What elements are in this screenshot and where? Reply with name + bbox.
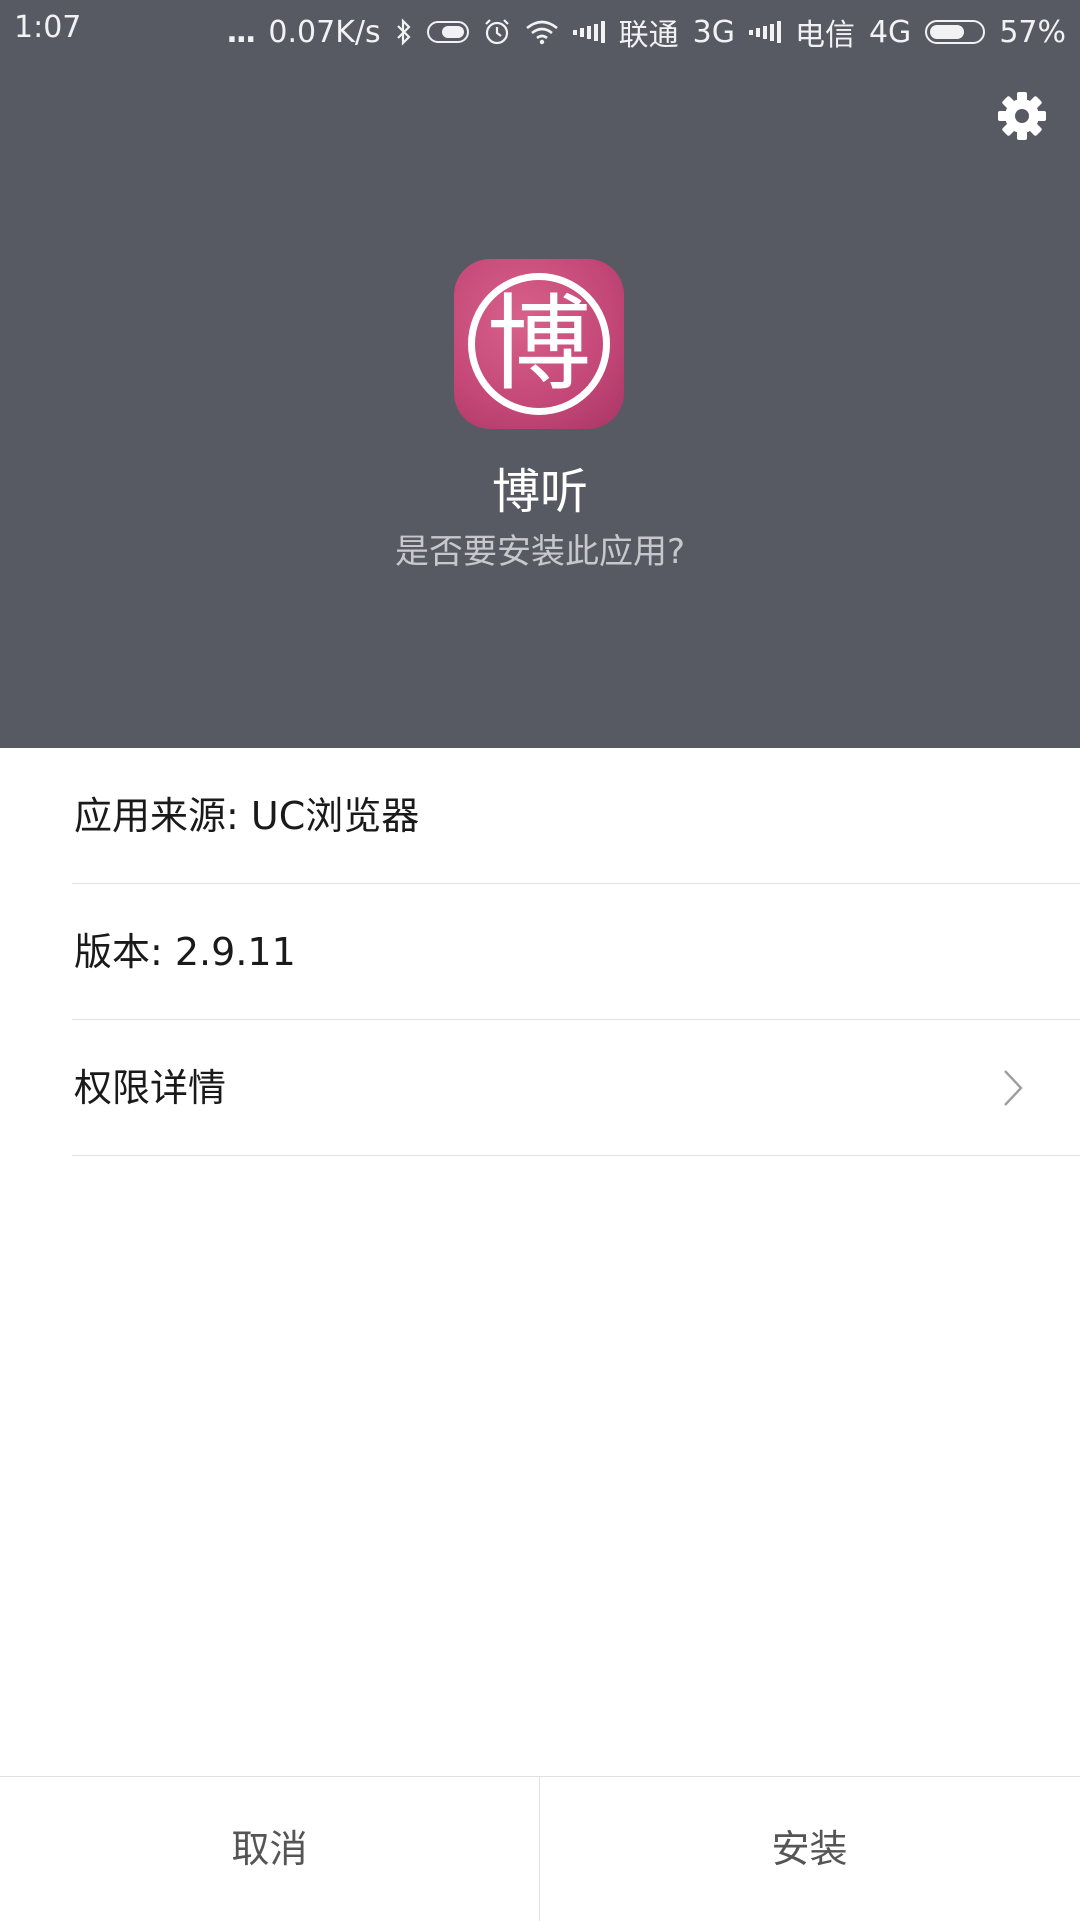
app-source: 应用来源: UC浏览器 xyxy=(74,794,420,838)
signal-icon xyxy=(572,20,605,44)
install-question: 是否要安装此应用? xyxy=(394,532,686,572)
status-time: 1:07 xyxy=(14,10,82,45)
app-name: 博听 xyxy=(491,464,588,520)
toggle-icon xyxy=(426,21,469,43)
status-bar: 1:07 ... 0.07K/s 联通 3G 电信 4G 57% xyxy=(0,0,1080,56)
battery-percent: 57% xyxy=(999,14,1066,50)
battery-icon xyxy=(925,20,986,44)
carrier-2: 电信 xyxy=(794,18,855,53)
network-speed: 0.07K/s xyxy=(268,14,381,50)
more-notifications-indicator: ... xyxy=(226,14,256,50)
app-icon: 博 xyxy=(454,259,624,429)
cancel-button[interactable]: 取消 xyxy=(0,1777,539,1921)
install-button[interactable]: 安装 xyxy=(540,1777,1079,1921)
permission-details-label: 权限详情 xyxy=(74,1066,227,1110)
version-row: 版本: 2.9.11 xyxy=(0,884,1080,1020)
carrier-1: 联通 xyxy=(618,18,679,53)
app-icon-glyph: 博 xyxy=(486,283,591,405)
alarm-icon xyxy=(483,18,511,46)
status-indicators: ... 0.07K/s 联通 3G 电信 4G 57% xyxy=(226,10,1066,54)
app-version: 版本: 2.9.11 xyxy=(74,930,296,974)
signal-icon xyxy=(748,20,781,44)
settings-gear-icon[interactable] xyxy=(996,90,1048,142)
action-bar: 取消 安装 xyxy=(0,1776,1080,1921)
divider xyxy=(72,1155,1080,1156)
install-header: 1:07 ... 0.07K/s 联通 3G 电信 4G 57% 博 博听 是否… xyxy=(0,0,1080,748)
chevron-right-icon xyxy=(1002,1068,1024,1108)
network-type-2: 4G xyxy=(868,14,912,50)
network-type-1: 3G xyxy=(692,14,735,50)
bluetooth-icon xyxy=(395,18,413,46)
permission-details-row[interactable]: 权限详情 xyxy=(0,1020,1080,1156)
app-source-row: 应用来源: UC浏览器 xyxy=(0,748,1080,884)
wifi-icon xyxy=(525,19,559,45)
